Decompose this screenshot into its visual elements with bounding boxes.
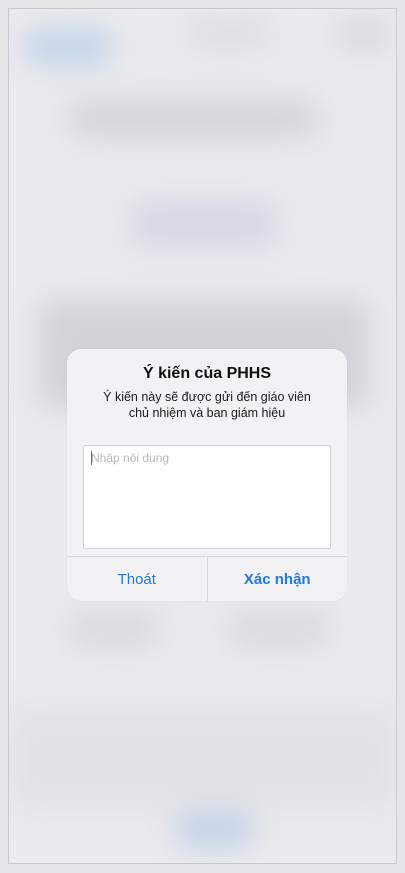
blurred-background-shape: [339, 19, 389, 49]
blurred-background-shape: [9, 709, 396, 809]
blurred-background-shape: [174, 809, 254, 849]
dialog-message-line: chủ nhiệm và ban giám hiệu: [128, 406, 286, 420]
blurred-background-shape: [229, 609, 329, 649]
dialog-message-line: Ý kiến này sẽ được gửi đến giáo viên: [103, 390, 311, 404]
blurred-background-shape: [69, 99, 319, 139]
phone-screen: Ý kiến của PHHS Ý kiến này sẽ được gửi đ…: [8, 8, 397, 864]
dialog-actions: Thoát Xác nhận: [67, 556, 347, 601]
text-cursor: [91, 451, 92, 465]
blurred-background-shape: [189, 19, 269, 49]
dialog-title: Ý kiến của PHHS: [142, 365, 272, 382]
blurred-background-shape: [129, 199, 279, 249]
cancel-button[interactable]: Thoát: [67, 557, 207, 601]
confirm-button[interactable]: Xác nhận: [206, 557, 348, 601]
blurred-background-shape: [23, 27, 113, 67]
feedback-content-input[interactable]: [83, 445, 331, 549]
feedback-dialog: Ý kiến của PHHS Ý kiến này sẽ được gửi đ…: [67, 349, 347, 601]
blurred-background-shape: [69, 609, 159, 649]
dialog-message: Ý kiến này sẽ được gửi đến giáo viên chủ…: [81, 389, 333, 421]
